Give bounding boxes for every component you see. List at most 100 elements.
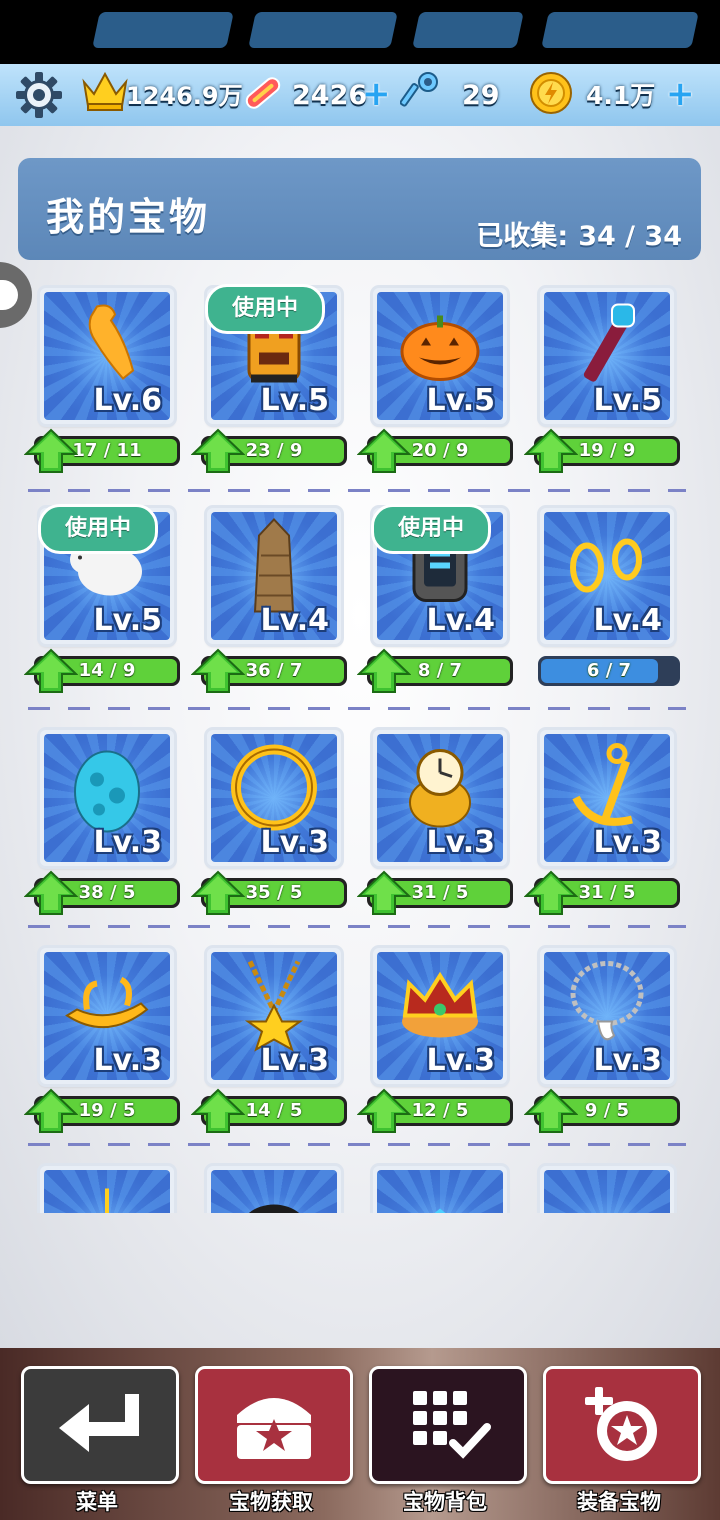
card-background: Lv.3 <box>544 734 670 862</box>
treasure-card[interactable]: Lv.5 <box>373 288 507 424</box>
treasure-card[interactable] <box>540 1166 674 1213</box>
acquire-treasure-button[interactable] <box>195 1366 353 1484</box>
treasure-card[interactable]: Lv.3 <box>373 948 507 1084</box>
treasure-chest-icon <box>237 1398 311 1459</box>
acquire-treasure-label: 宝物获取 <box>229 1490 313 1514</box>
row-divider <box>28 925 686 928</box>
collected-label: 已收集: <box>476 221 569 252</box>
card-background: Lv.3 <box>211 734 337 862</box>
card-background: Lv.4 <box>211 512 337 640</box>
row-divider <box>28 1143 686 1146</box>
upgrade-arrow-icon[interactable] <box>191 648 245 694</box>
card-background <box>211 1170 337 1213</box>
upgrade-arrow-icon[interactable] <box>24 1088 78 1134</box>
card-background <box>377 1170 503 1213</box>
equip-medal-icon <box>585 1387 657 1461</box>
collected-count: 已收集: 34 / 34 <box>476 214 682 253</box>
treasure-card[interactable]: Lv.3 <box>373 730 507 866</box>
collected-value: 34 / 34 <box>578 221 682 252</box>
item-level: Lv.3 <box>260 825 330 860</box>
item-level: Lv.4 <box>426 603 496 638</box>
key-value: 29 <box>462 80 500 111</box>
card-background: Lv.3 <box>211 952 337 1080</box>
hook-icon <box>77 1178 137 1213</box>
upgrade-arrow-icon[interactable] <box>524 1088 578 1134</box>
upgrade-arrow-icon[interactable] <box>24 648 78 694</box>
upgrade-arrow-icon[interactable] <box>357 428 411 474</box>
item-level: Lv.5 <box>426 383 496 418</box>
card-background <box>44 1170 170 1213</box>
card-background: Lv.4 <box>544 512 670 640</box>
crown-icon <box>82 71 128 111</box>
upgrade-arrow-icon[interactable] <box>357 870 411 916</box>
in-use-badge: 使用中 <box>205 284 325 334</box>
grid-check-icon <box>413 1391 491 1459</box>
card-background: Lv.3 <box>44 952 170 1080</box>
treasure-backpack-label: 宝物背包 <box>403 1490 487 1514</box>
treasure-backpack-button[interactable] <box>369 1366 527 1484</box>
item-level: Lv.4 <box>593 603 663 638</box>
black-helmet-icon <box>229 1178 319 1213</box>
upgrade-arrow-icon[interactable] <box>524 428 578 474</box>
treasure-card[interactable]: Lv.3 <box>40 730 174 866</box>
item-level: Lv.3 <box>260 1043 330 1078</box>
upgrade-arrow-icon[interactable] <box>191 1088 245 1134</box>
blue-gem-icon <box>400 1178 480 1213</box>
upgrade-arrow-icon[interactable] <box>191 870 245 916</box>
treasure-card[interactable]: Lv.3 <box>40 948 174 1084</box>
menu-label: 菜单 <box>76 1490 118 1514</box>
key-pill <box>412 12 524 48</box>
treasure-card[interactable]: Lv.6 <box>40 288 174 424</box>
coin-value: 4.1万 <box>586 81 656 110</box>
row-divider <box>28 707 686 710</box>
item-level: Lv.3 <box>93 1043 163 1078</box>
coin-icon <box>530 72 572 114</box>
hoverboard-icon <box>245 77 281 109</box>
upgrade-arrow-icon[interactable] <box>524 870 578 916</box>
treasure-card[interactable]: Lv.5 <box>540 288 674 424</box>
board-value: 2426 <box>292 80 368 111</box>
crown-value: 1246.9万 <box>126 82 243 110</box>
item-level: Lv.3 <box>426 825 496 860</box>
progress-count: 6 / 7 <box>586 660 632 681</box>
add-coin-button[interactable]: + <box>666 74 695 114</box>
treasure-card[interactable]: Lv.3 <box>540 948 674 1084</box>
red-hat-icon <box>562 1183 652 1213</box>
in-use-badge: 使用中 <box>38 504 158 554</box>
item-level: Lv.5 <box>593 383 663 418</box>
treasure-card[interactable]: Lv.3 <box>207 730 341 866</box>
upgrade-arrow-icon[interactable] <box>24 428 78 474</box>
settings-gear-icon[interactable] <box>14 70 64 120</box>
treasure-card[interactable]: Lv.4 <box>207 508 341 644</box>
board-pill <box>248 12 398 48</box>
upgrade-arrow-icon[interactable] <box>24 870 78 916</box>
treasure-card[interactable]: Lv.3 <box>540 730 674 866</box>
equip-treasure-label: 装备宝物 <box>577 1490 661 1514</box>
add-board-button[interactable]: + <box>362 74 391 114</box>
treasure-card[interactable] <box>207 1166 341 1213</box>
upgrade-arrow-icon[interactable] <box>357 1088 411 1134</box>
item-level: Lv.3 <box>426 1043 496 1078</box>
treasure-card[interactable] <box>373 1166 507 1213</box>
item-level: Lv.3 <box>593 1043 663 1078</box>
treasure-grid: Lv.6 17 / 11 Lv.5 使用中 23 / 9 Lv.5 20 / 9 Lv.5 19… <box>0 270 720 1213</box>
item-level: Lv.3 <box>593 825 663 860</box>
card-background: Lv.3 <box>377 734 503 862</box>
card-progress-bar: 6 / 7 <box>538 656 680 686</box>
page-title: 我的宝物 <box>46 195 211 239</box>
treasure-card[interactable]: Lv.3 <box>207 948 341 1084</box>
card-background: Lv.5 <box>377 292 503 420</box>
card-background: Lv.3 <box>544 952 670 1080</box>
item-level: Lv.4 <box>260 603 330 638</box>
treasure-card[interactable]: Lv.4 <box>540 508 674 644</box>
card-background: Lv.6 <box>44 292 170 420</box>
equip-treasure-button[interactable] <box>543 1366 701 1484</box>
treasure-card[interactable] <box>40 1166 174 1213</box>
upgrade-arrow-icon[interactable] <box>191 428 245 474</box>
item-level: Lv.3 <box>93 825 163 860</box>
return-arrow-icon <box>59 1394 139 1452</box>
menu-button[interactable] <box>21 1366 179 1484</box>
key-icon <box>400 72 438 107</box>
card-background: Lv.3 <box>44 734 170 862</box>
upgrade-arrow-icon[interactable] <box>357 648 411 694</box>
